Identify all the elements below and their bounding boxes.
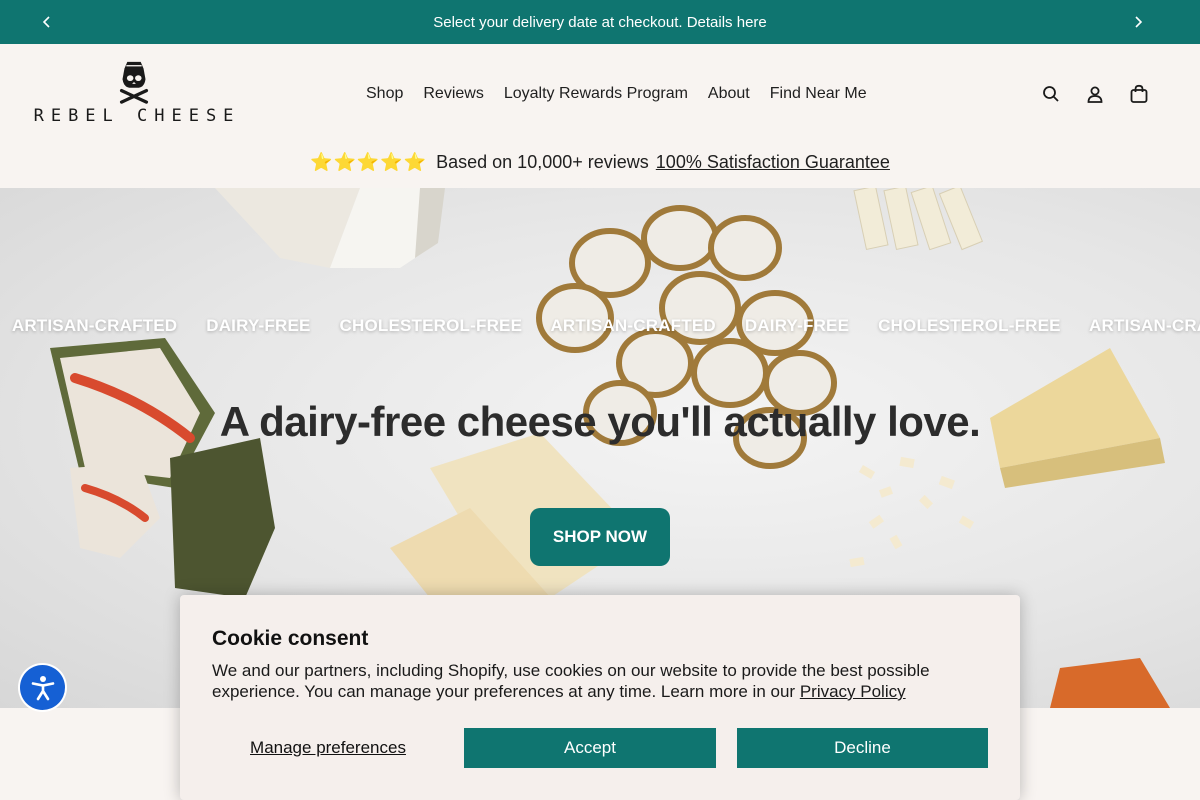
account-icon[interactable] [1084,82,1106,106]
ticker-item: ARTISAN-CRAFTED [550,316,716,335]
site-header: REBEL CHEESE Shop Reviews Loyalty Reward… [0,44,1200,188]
rating-stars: ⭐⭐⭐⭐⭐ [310,152,428,172]
header-icons [1040,82,1150,106]
ticker-item: ARTISAN-CRAFTED [11,316,178,335]
shop-now-button[interactable]: SHOP NOW [530,508,670,566]
ticker-item: CHOLESTEROL-FREE [878,316,1061,335]
cookie-consent-dialog: Cookie consent We and our partners, incl… [180,595,1020,800]
nav-loyalty-rewards[interactable]: Loyalty Rewards Program [494,84,698,104]
satisfaction-guarantee-link[interactable]: 100% Satisfaction Guarantee [656,152,890,172]
ticker-item: ARTISAN-CRAFTED [1089,316,1200,335]
nav-shop[interactable]: Shop [356,84,413,104]
accessibility-icon [31,675,54,700]
ticker-item: DAIRY-FREE [206,316,311,335]
brand-logo[interactable]: REBEL CHEESE [34,60,233,126]
cookie-body: We and our partners, including Shopify, … [212,660,988,702]
ticker-item: DAIRY-FREE [744,316,850,335]
cookie-actions: Manage preferences Accept Decline [212,728,988,768]
brand-name: REBEL CHEESE [33,106,241,126]
nav-reviews[interactable]: Reviews [413,84,493,104]
nav-find-near-me[interactable]: Find Near Me [760,84,877,104]
review-count-text: Based on 10,000+ reviews [436,152,649,172]
main-nav: Shop Reviews Loyalty Rewards Program Abo… [356,84,877,104]
announcement-bar: Select your delivery date at checkout. D… [0,0,1200,44]
search-icon[interactable] [1040,82,1062,106]
accessibility-button[interactable] [20,665,65,710]
cookie-title: Cookie consent [212,627,369,650]
review-bar: ⭐⭐⭐⭐⭐ Based on 10,000+ reviews 100% Sati… [0,152,1200,173]
announcement-text[interactable]: Select your delivery date at checkout. D… [433,14,767,31]
privacy-policy-link[interactable]: Privacy Policy [800,682,906,701]
nav-about[interactable]: About [698,84,760,104]
feature-ticker: E ARTISAN-CRAFTED DAIRY-FREE CHOLESTEROL… [0,316,1200,336]
manage-preferences-button[interactable]: Manage preferences [212,738,444,758]
skull-crossbones-icon [119,61,149,104]
decline-button[interactable]: Decline [737,728,988,768]
accept-button[interactable]: Accept [464,728,716,768]
cart-icon[interactable] [1128,82,1150,106]
hero-title: A dairy-free cheese you'll actually love… [219,398,981,445]
ticker-item: CHOLESTEROL-FREE [339,316,523,335]
chevron-right-icon[interactable] [1116,0,1160,44]
chevron-left-icon[interactable] [25,0,69,44]
